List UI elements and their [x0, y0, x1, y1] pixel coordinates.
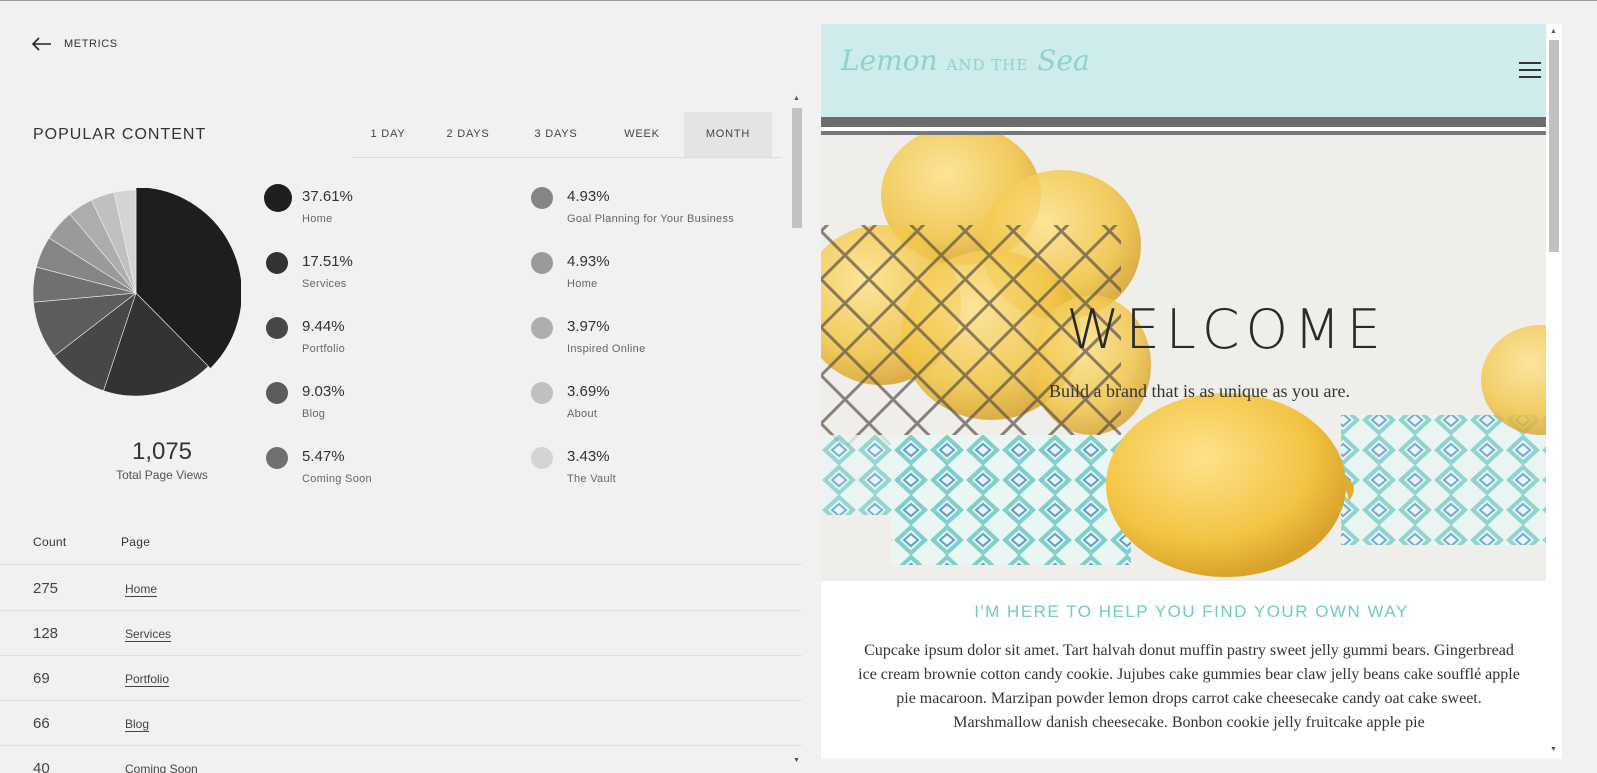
- logo-word-and-the: AND THE: [946, 56, 1029, 74]
- hero-tagline: Build a brand that is as unique as you a…: [1049, 381, 1350, 401]
- legend-label: Inspired Online: [567, 343, 646, 355]
- legend-percent: 3.43%: [567, 448, 610, 465]
- hamburger-menu-icon[interactable]: [1519, 62, 1541, 78]
- legend-label: Blog: [302, 408, 326, 420]
- scrollbar-thumb[interactable]: [792, 108, 802, 228]
- row-page-link[interactable]: Coming Soon: [125, 763, 198, 773]
- table-row: 69 Portfolio: [0, 656, 802, 701]
- scroll-up-arrow-icon[interactable]: ▲: [1550, 28, 1557, 35]
- popular-content-pie-chart: [32, 188, 241, 397]
- legend-percent: 9.44%: [302, 318, 345, 335]
- legend-swatch: [531, 447, 553, 469]
- table-row: 66 Blog: [0, 701, 802, 746]
- scroll-down-arrow-icon[interactable]: ▼: [1550, 746, 1557, 753]
- table-row: 275 Home: [0, 566, 802, 611]
- table-row: 128 Services: [0, 611, 802, 656]
- range-tab-1-day[interactable]: 1 DAY: [352, 112, 424, 157]
- legend-swatch: [531, 187, 553, 209]
- total-page-views-value: 1,075: [131, 438, 193, 465]
- row-count: 40: [33, 760, 50, 773]
- header-stripe: [821, 117, 1562, 127]
- content-table-header: Count Page: [0, 525, 802, 565]
- row-page-link[interactable]: Blog: [125, 718, 150, 732]
- count-column-header: Count: [33, 535, 67, 549]
- legend-percent: 4.93%: [567, 188, 610, 205]
- range-tab-2-days[interactable]: 2 DAYS: [424, 112, 512, 157]
- legend-percent: 37.61%: [302, 188, 353, 205]
- legend-label: Home: [567, 278, 598, 290]
- hero-title: WELCOME: [1066, 298, 1387, 361]
- site-preview: Lemon AND THE Sea WELCOME Build a brand …: [821, 24, 1562, 759]
- range-tab-3-days[interactable]: 3 DAYS: [512, 112, 600, 157]
- legend-percent: 5.47%: [302, 448, 345, 465]
- page-column-header: Page: [121, 535, 151, 549]
- metrics-panel: METRICS POPULAR CONTENT 1 DAY 2 DAYS 3 D…: [0, 1, 802, 773]
- time-range-tabs: 1 DAY 2 DAYS 3 DAYS WEEK MONTH: [352, 112, 782, 158]
- legend-label: Services: [302, 278, 347, 290]
- scroll-up-arrow-icon[interactable]: ▲: [793, 95, 800, 102]
- legend-swatch: [266, 447, 288, 469]
- legend-percent: 3.97%: [567, 318, 610, 335]
- logo-word-sea: Sea: [1037, 44, 1090, 77]
- scroll-down-arrow-icon[interactable]: ▼: [793, 757, 800, 764]
- legend-percent: 9.03%: [302, 383, 345, 400]
- legend-label: Goal Planning for Your Business: [567, 213, 735, 225]
- row-page-link[interactable]: Portfolio: [125, 673, 170, 687]
- row-page-link[interactable]: Home: [125, 583, 158, 597]
- legend-percent: 17.51%: [302, 253, 353, 270]
- section-heading: I'M HERE TO HELP YOU FIND YOUR OWN WAY: [974, 602, 1409, 621]
- row-count: 66: [33, 715, 50, 732]
- range-tab-week[interactable]: WEEK: [600, 112, 684, 157]
- section-body-text: Cupcake ipsum dolor sit amet. Tart halva…: [858, 642, 1520, 731]
- total-page-views-label: Total Page Views: [116, 468, 208, 482]
- legend-swatch: [266, 382, 288, 404]
- logo-word-lemon: Lemon: [841, 44, 938, 77]
- legend-percent: 4.93%: [567, 253, 610, 270]
- arrow-left-icon: [32, 37, 51, 51]
- legend-percent: 3.69%: [567, 383, 610, 400]
- popular-content-title: POPULAR CONTENT: [33, 126, 207, 143]
- legend-label: Home: [302, 213, 333, 225]
- legend-swatch: [266, 252, 288, 274]
- legend-swatch: [531, 382, 553, 404]
- legend-label: About: [567, 408, 598, 420]
- scrollbar-thumb[interactable]: [1549, 40, 1559, 252]
- back-to-metrics-link[interactable]: METRICS: [32, 37, 118, 51]
- site-logo[interactable]: Lemon AND THE Sea: [841, 44, 1090, 77]
- table-row: 40 Coming Soon: [0, 746, 802, 773]
- back-label: METRICS: [64, 38, 118, 50]
- legend-swatch: [531, 252, 553, 274]
- hero-section: WELCOME Build a brand that is as unique …: [821, 135, 1562, 581]
- row-count: 69: [33, 670, 50, 687]
- legend-swatch: [531, 317, 553, 339]
- left-scrollbar[interactable]: ▲ ▼: [791, 93, 802, 773]
- row-count: 275: [33, 580, 59, 597]
- legend-label: Portfolio: [302, 343, 346, 355]
- site-header: Lemon AND THE Sea: [821, 24, 1562, 117]
- range-tab-month[interactable]: MONTH: [684, 112, 772, 157]
- legend-label: The Vault: [567, 473, 616, 485]
- row-page-link[interactable]: Services: [125, 628, 172, 642]
- row-count: 128: [33, 625, 59, 642]
- legend-label: Coming Soon: [302, 473, 372, 485]
- preview-scrollbar[interactable]: ▲ ▼: [1546, 24, 1562, 759]
- legend-swatch: [264, 184, 292, 212]
- legend-swatch: [266, 317, 288, 339]
